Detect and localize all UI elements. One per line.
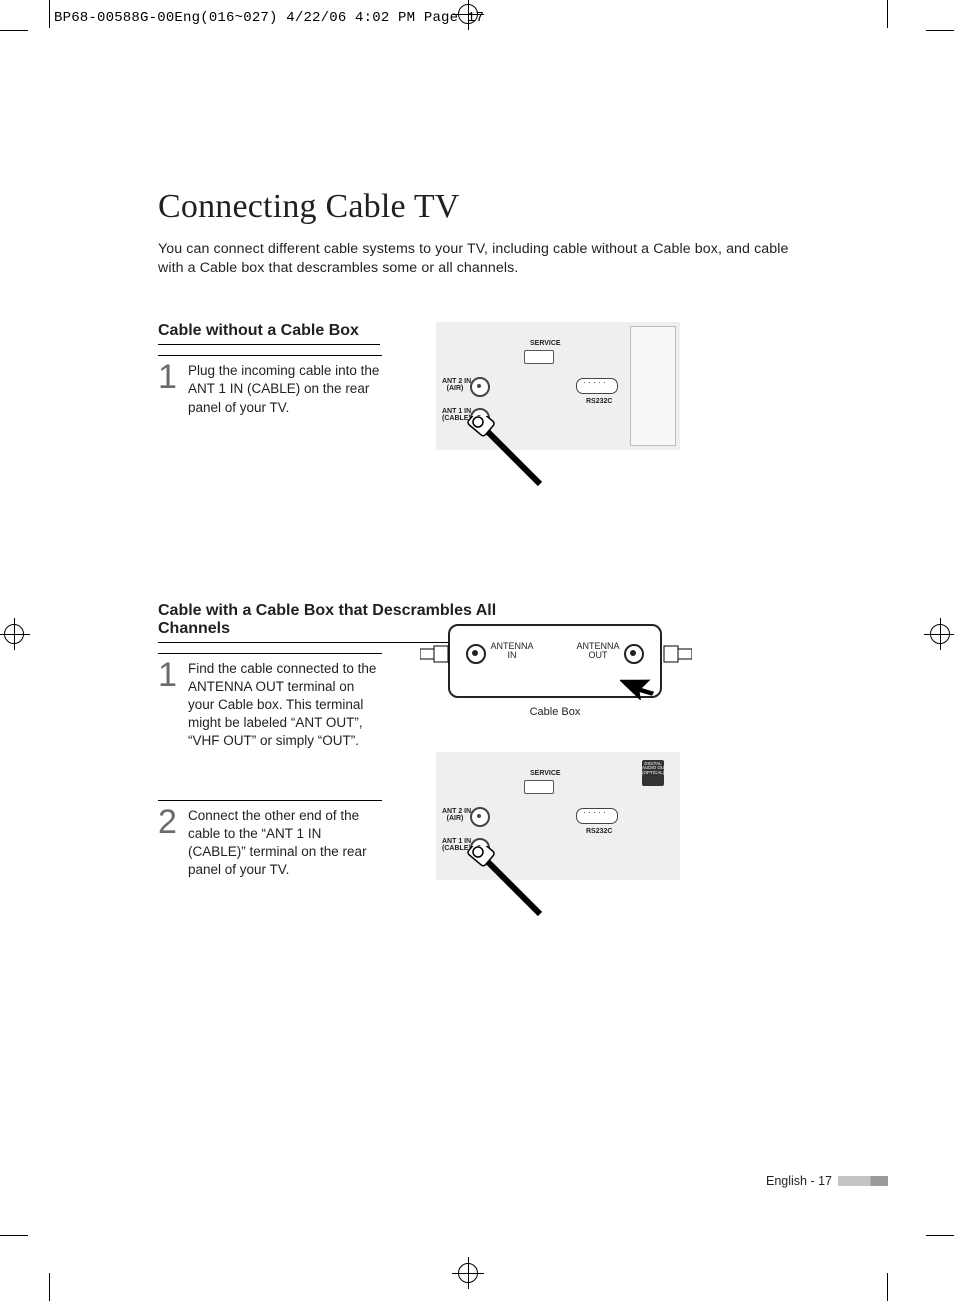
step-item: 1 Find the cable connected to the ANTENN… <box>158 653 382 750</box>
registration-mark-icon <box>0 620 28 648</box>
label-service: SERVICE <box>530 770 561 777</box>
cable-plug-icon <box>452 416 542 496</box>
intro-text: You can connect different cable systems … <box>158 240 798 278</box>
step-text: Connect the other end of the cable to th… <box>188 807 382 879</box>
cable-box-diagram: ANTENNA IN ANTENNA OUT Cable Box <box>448 624 662 698</box>
pointer-arrow-icon <box>620 666 654 705</box>
label-ant2: ANT 2 IN (AIR) <box>442 378 468 392</box>
cable-connector-icon <box>420 644 450 664</box>
step-item: 1 Plug the incoming cable into the ANT 1… <box>158 355 382 416</box>
cable-plug-icon <box>452 846 542 926</box>
registration-mark-icon <box>454 1259 482 1287</box>
footer-text: English - 17 <box>766 1174 832 1188</box>
step-text: Plug the incoming cable into the ANT 1 I… <box>188 362 382 416</box>
cable-connector-icon <box>662 644 692 664</box>
label-ant2: ANT 2 IN (AIR) <box>442 808 468 822</box>
page-title: Connecting Cable TV <box>158 188 858 226</box>
label-antenna-in: ANTENNA IN <box>488 642 536 662</box>
step-number: 2 <box>158 808 178 837</box>
step-item: 2 Connect the other end of the cable to … <box>158 800 382 879</box>
tv-rear-panel-diagram: SERVICE ANT 2 IN (AIR) ANT 1 IN (CABLE) … <box>436 322 680 450</box>
label-rs232: RS232C <box>586 828 612 835</box>
label-antenna-out: ANTENNA OUT <box>574 642 622 662</box>
footer-bar-icon <box>838 1176 888 1186</box>
registration-mark-icon <box>926 620 954 648</box>
label-rs232: RS232C <box>586 398 612 405</box>
optical-out-icon: DIGITAL AUDIO OUT (OPTICAL) <box>642 760 664 786</box>
page-footer: English - 17 <box>766 1174 888 1188</box>
tv-rear-panel-diagram: SERVICE ANT 2 IN (AIR) ANT 1 IN (CABLE) … <box>436 752 680 880</box>
label-service: SERVICE <box>530 340 561 347</box>
step-number: 1 <box>158 661 178 690</box>
section-heading: Cable without a Cable Box <box>158 322 380 345</box>
cable-box-label: Cable Box <box>450 706 660 718</box>
step-text: Find the cable connected to the ANTENNA … <box>188 660 382 750</box>
print-slug: BP68-00588G-00Eng(016~027) 4/22/06 4:02 … <box>54 10 484 26</box>
step-number: 1 <box>158 363 178 392</box>
